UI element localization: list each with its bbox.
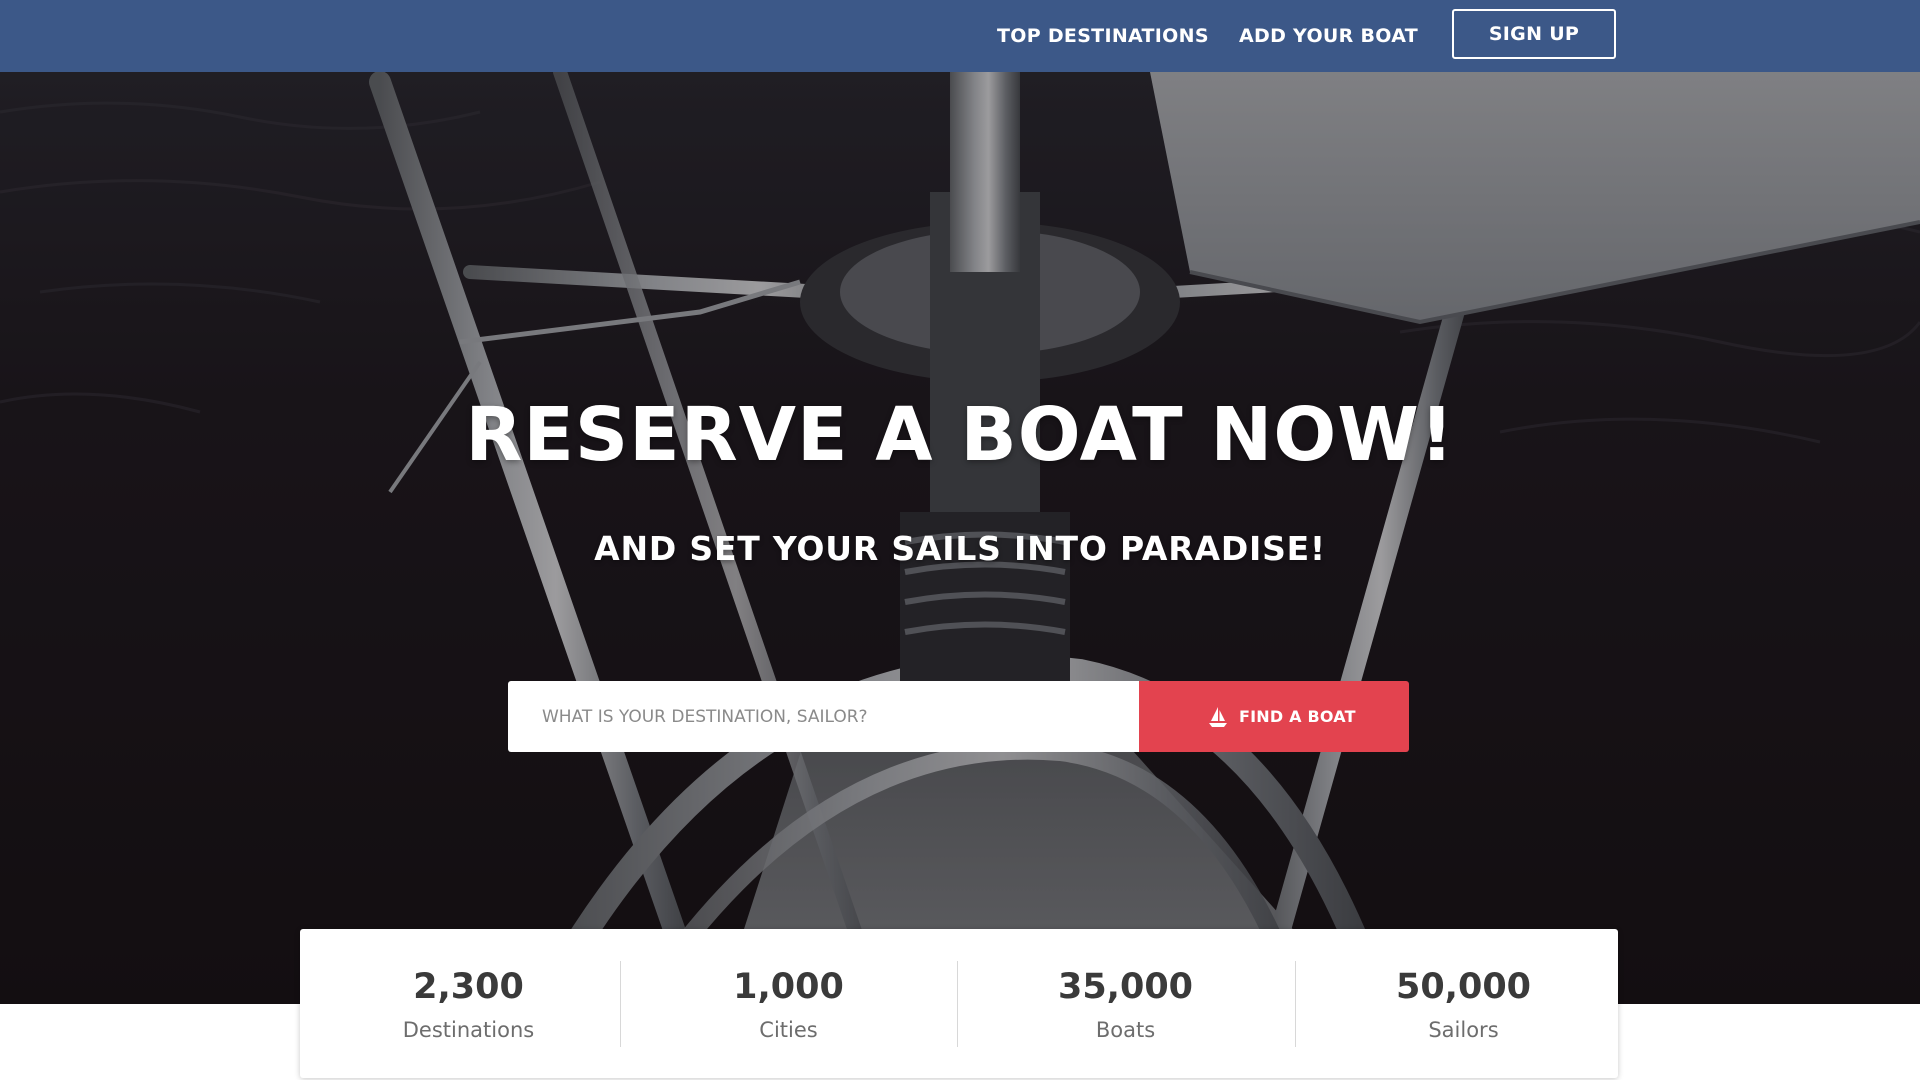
stat-label: Sailors (1428, 1018, 1499, 1042)
sailboat-icon (1209, 707, 1227, 727)
hero-section: RESERVE A BOAT NOW! AND SET YOUR SAILS I… (0, 72, 1920, 1004)
hero-title: RESERVE A BOAT NOW! (465, 392, 1455, 478)
stats-card: 2,300 Destinations 1,000 Cities 35,000 B… (300, 929, 1618, 1078)
hero-subtitle: AND SET YOUR SAILS INTO PARADISE! (594, 529, 1326, 568)
stat-label: Cities (759, 1018, 818, 1042)
stat-label: Destinations (402, 1018, 535, 1042)
stat-value: 50,000 (1395, 967, 1532, 1007)
stat-boats: 35,000 Boats (957, 929, 1294, 1078)
stat-sailors: 50,000 Sailors (1295, 929, 1632, 1078)
stat-destinations: 2,300 Destinations (300, 929, 637, 1078)
nav-link-add-your-boat[interactable]: ADD YOUR BOAT (1239, 21, 1418, 51)
destination-search-input[interactable] (508, 681, 1139, 752)
stat-cities: 1,000 Cities (620, 929, 957, 1078)
sign-up-button[interactable]: SIGN UP (1452, 9, 1616, 59)
stat-label: Boats (1095, 1018, 1156, 1042)
stat-value: 35,000 (1057, 967, 1194, 1007)
find-a-boat-label: FIND A BOAT (1239, 707, 1356, 726)
top-navbar: TOP DESTINATIONS ADD YOUR BOAT SIGN UP (0, 0, 1920, 72)
nav-link-top-destinations[interactable]: TOP DESTINATIONS (997, 21, 1209, 51)
find-a-boat-button[interactable]: FIND A BOAT (1139, 681, 1409, 752)
stat-value: 1,000 (733, 967, 844, 1007)
stat-value: 2,300 (413, 967, 524, 1007)
